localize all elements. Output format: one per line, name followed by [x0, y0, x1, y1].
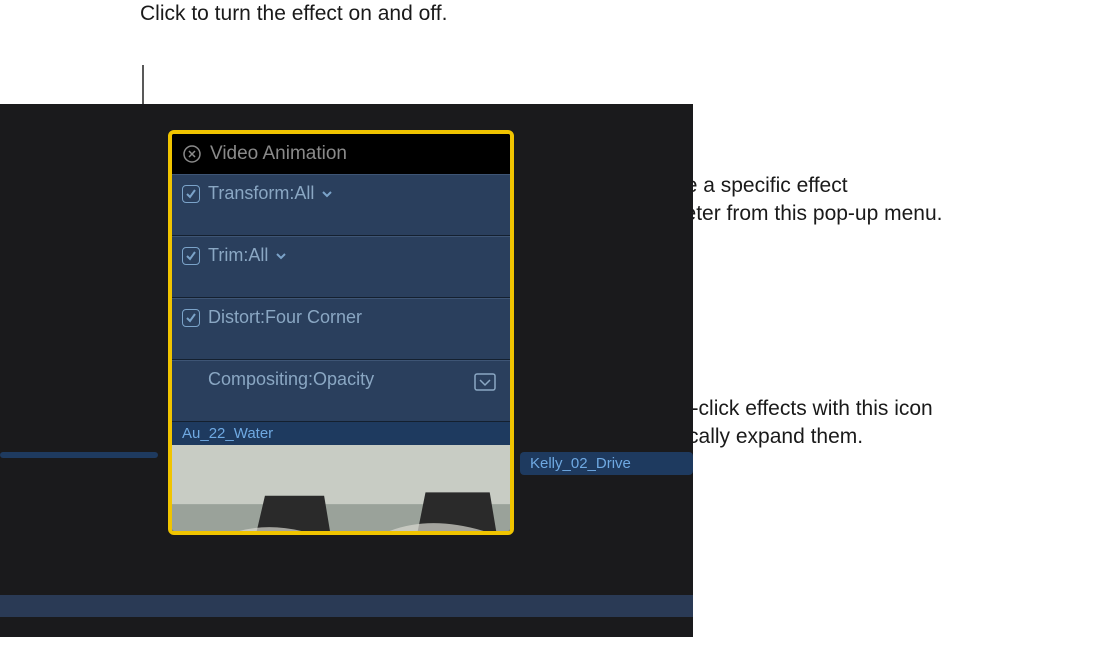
clip-left[interactable] [0, 452, 158, 458]
clip-right-label: Kelly_02_Drive [520, 452, 693, 475]
effect-row-transform[interactable]: Transform:All [172, 174, 510, 236]
effect-toggle-checkbox[interactable] [182, 309, 200, 327]
panel-header: Video Animation [172, 134, 510, 174]
chevron-down-icon[interactable] [320, 187, 334, 201]
row-label-text: Compositing:Opacity [208, 369, 374, 390]
chevron-down-icon[interactable] [274, 249, 288, 263]
panel-title: Video Animation [210, 143, 347, 165]
callout-top: Click to turn the effect on and off. [140, 0, 447, 28]
expand-icon[interactable] [474, 373, 496, 391]
thumb [172, 445, 341, 531]
audio-rail [0, 595, 693, 617]
clip-center-label: Au_22_Water [172, 422, 510, 445]
effect-toggle-checkbox[interactable] [182, 185, 200, 203]
row-label-text: Trim:All [208, 245, 268, 266]
close-icon[interactable] [182, 144, 202, 164]
effect-label: Compositing:Opacity [208, 369, 374, 390]
effect-row-trim[interactable]: Trim:All [172, 236, 510, 298]
effect-toggle-checkbox[interactable] [182, 247, 200, 265]
thumb [341, 445, 510, 531]
clip-left-label [0, 452, 158, 458]
effect-label: Trim:All [208, 245, 288, 266]
callout-top-text: Click to turn the effect on and off. [140, 2, 447, 25]
row-label-text: Distort:Four Corner [208, 307, 362, 328]
video-animation-panel: Video Animation Transform:All Trim:All [168, 130, 514, 535]
effect-row-compositing[interactable]: Compositing:Opacity [172, 360, 510, 422]
clip-right[interactable]: Kelly_02_Drive [520, 452, 693, 475]
clip-center-thumbs [172, 445, 510, 531]
clip-center[interactable]: Au_22_Water [172, 422, 510, 531]
effect-label: Distort:Four Corner [208, 307, 362, 328]
effect-row-distort[interactable]: Distort:Four Corner [172, 298, 510, 360]
effect-label: Transform:All [208, 183, 334, 204]
row-label-text: Transform:All [208, 183, 314, 204]
